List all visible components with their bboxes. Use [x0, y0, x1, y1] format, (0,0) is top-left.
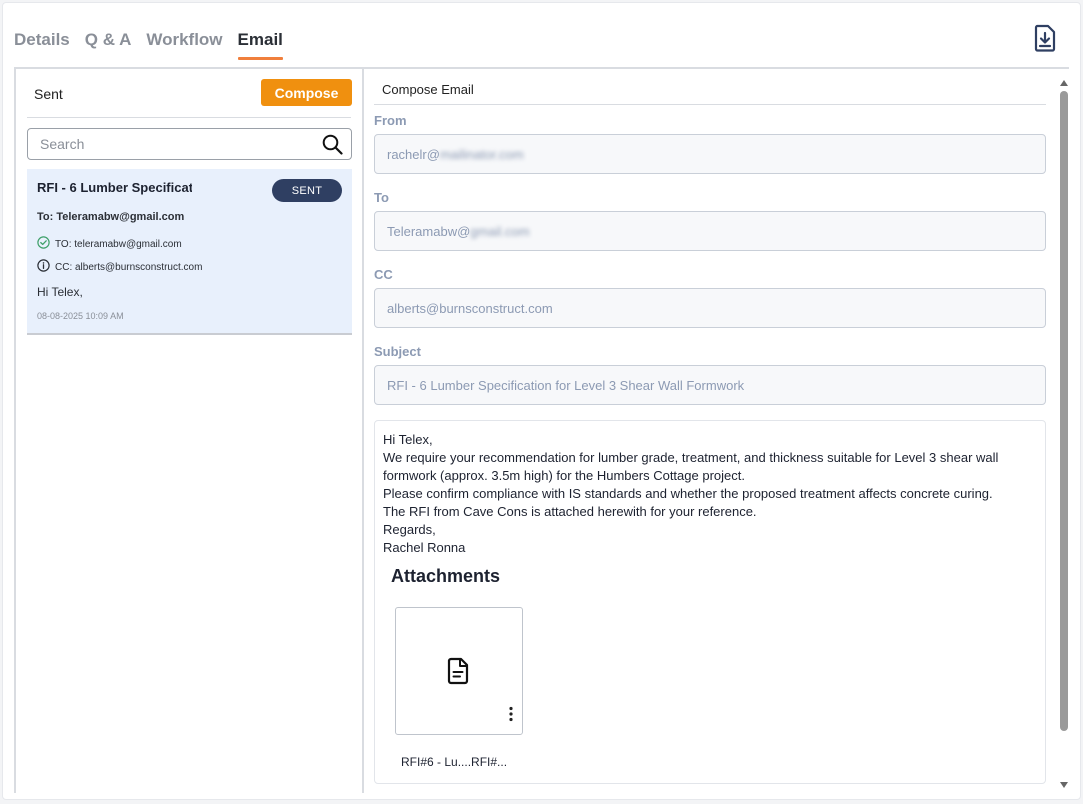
scrollbar-thumb[interactable] [1060, 91, 1068, 731]
attachments-heading: Attachments [391, 566, 501, 586]
tab-details[interactable]: Details [14, 30, 70, 60]
search-icon[interactable] [322, 134, 343, 155]
tab-email[interactable]: Email [237, 30, 284, 60]
body-line: We require your recommendation for lumbe… [383, 450, 999, 483]
cc-status-row: CC: alberts@burnsconstruct.com [37, 259, 202, 275]
email-list-item[interactable]: RFI - 6 Lumber Specificat SENT To: Teler… [27, 169, 352, 335]
cc-label: CC [374, 267, 393, 282]
search-field [27, 128, 352, 160]
email-panel-frame: Details Q & A Workflow Email Sent Compos… [2, 2, 1081, 800]
attachment-filename: RFI#6 - Lu....RFI#... [401, 755, 508, 769]
info-circle-icon [37, 259, 55, 275]
email-preview: Hi Telex, [37, 285, 83, 299]
body-line: Please confirm compliance with IS standa… [383, 486, 993, 501]
search-input[interactable] [28, 129, 308, 159]
compose-title: Compose Email [382, 82, 474, 97]
document-icon [446, 657, 472, 690]
cc-value: alberts@burnsconstruct.com [387, 300, 553, 316]
to-value: Teleramabw@ [387, 223, 471, 239]
subject-field[interactable]: RFI - 6 Lumber Specification for Level 3… [374, 365, 1046, 405]
email-subject: RFI - 6 Lumber Specificat [37, 180, 192, 195]
tab-qa[interactable]: Q & A [85, 30, 132, 60]
compose-button[interactable]: Compose [261, 79, 352, 106]
to-value-redacted: gmail.com [470, 223, 530, 239]
more-vertical-icon[interactable] [508, 706, 514, 727]
status-badge: SENT [272, 179, 342, 202]
from-field[interactable]: rachelr@ mailinator.com [374, 134, 1046, 174]
download-document-icon[interactable] [1030, 23, 1060, 53]
from-value: rachelr@ [387, 146, 440, 162]
check-circle-icon [37, 236, 55, 252]
from-value-redacted: mailinator.com [439, 146, 524, 162]
from-label: From [374, 113, 407, 128]
list-divider [27, 117, 351, 118]
sent-folder-title: Sent [34, 86, 63, 102]
email-body-text: Hi Telex, We require your recommendation… [383, 431, 1043, 557]
to-address: TO: teleramabw@gmail.com [55, 238, 182, 250]
tab-workflow[interactable]: Workflow [146, 30, 222, 60]
scroll-down-arrow-icon[interactable] [1059, 777, 1069, 788]
body-line: Hi Telex, [383, 432, 433, 447]
to-field[interactable]: Teleramabw@ gmail.com [374, 211, 1046, 251]
email-body-editor[interactable]: Hi Telex, We require your recommendation… [374, 420, 1046, 784]
attachment-tile[interactable] [395, 607, 523, 735]
body-line: The RFI from Cave Cons is attached herew… [383, 504, 757, 519]
compose-divider [374, 104, 1046, 105]
scroll-up-arrow-icon[interactable] [1059, 75, 1069, 86]
body-line: Rachel Ronna [383, 540, 466, 555]
compose-panel: Compose Email From rachelr@ mailinator.co… [364, 69, 1056, 793]
subject-value: RFI - 6 Lumber Specification for Level 3… [387, 377, 745, 393]
to-label: To [374, 190, 389, 205]
vertical-scrollbar[interactable] [1056, 69, 1072, 793]
tab-bar: Details Q & A Workflow Email [14, 30, 298, 60]
email-timestamp: 08-08-2025 10:09 AM [37, 311, 124, 321]
cc-address: CC: alberts@burnsconstruct.com [55, 261, 203, 273]
to-status-row: TO: teleramabw@gmail.com [37, 236, 182, 252]
body-line: Regards, [383, 522, 436, 537]
cc-field[interactable]: alberts@burnsconstruct.com [374, 288, 1046, 328]
email-recipient: To: Teleramabw@gmail.com [37, 211, 185, 223]
sent-list-panel: Sent Compose RFI - 6 Lumber Specificat S… [14, 69, 364, 793]
subject-label: Subject [374, 344, 421, 359]
